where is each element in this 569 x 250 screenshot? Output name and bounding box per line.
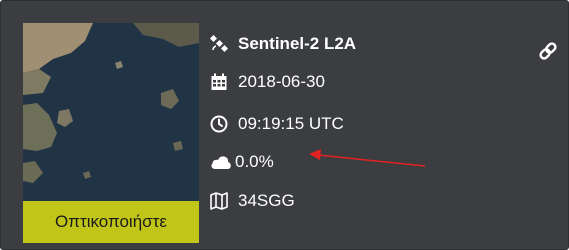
cloud-coverage-value: 0.0%: [235, 152, 274, 171]
calendar-icon: [210, 73, 228, 91]
satellite-name-row: Sentinel-2 L2A: [210, 34, 356, 54]
satellite-name: Sentinel-2 L2A: [238, 34, 357, 53]
tile-id-row: 34SGG: [210, 191, 295, 211]
acquisition-time-row: 09:19:15 UTC: [210, 114, 344, 134]
acquisition-date: 2018-06-30: [238, 72, 325, 91]
acquisition-time: 09:19:15 UTC: [238, 114, 344, 133]
link-icon[interactable]: [538, 41, 558, 61]
result-card: Οπτικοποιήστε Sentinel-2 L2A 2018-06-30 …: [0, 0, 569, 250]
tile-id: 34SGG: [238, 191, 295, 210]
cloud-icon: [210, 153, 232, 171]
satellite-icon: [210, 35, 228, 53]
cloud-coverage-row: 0.0%: [210, 152, 274, 172]
clock-icon: [210, 115, 228, 133]
view-button[interactable]: Οπτικοποιήστε: [23, 201, 199, 243]
acquisition-date-row: 2018-06-30: [210, 72, 325, 92]
map-icon: [210, 192, 228, 210]
